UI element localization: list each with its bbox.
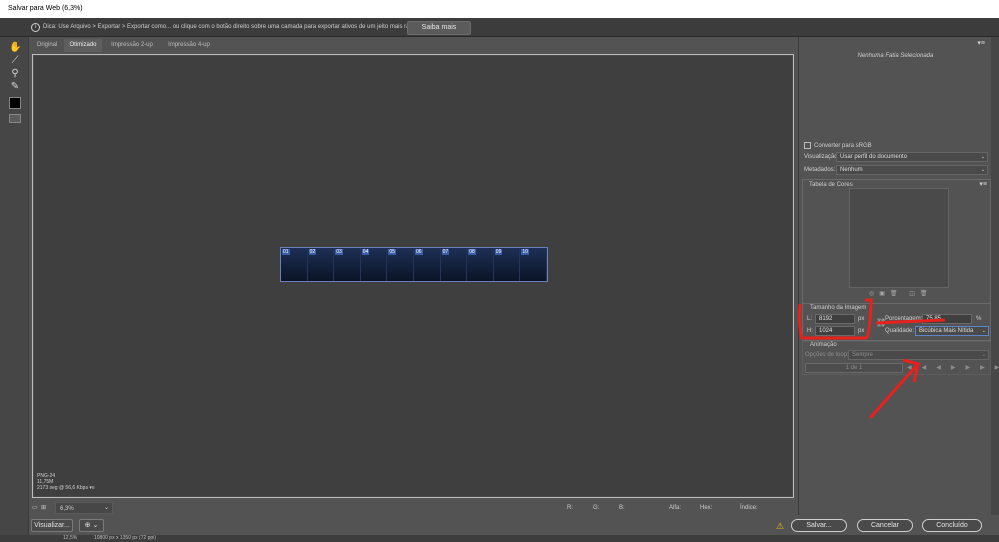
annotation-size-outline: [797, 298, 873, 340]
annotation-arrow: [868, 358, 921, 419]
annotation-percent-underline: [875, 318, 946, 325]
red-annotation-marks: [797, 298, 946, 419]
